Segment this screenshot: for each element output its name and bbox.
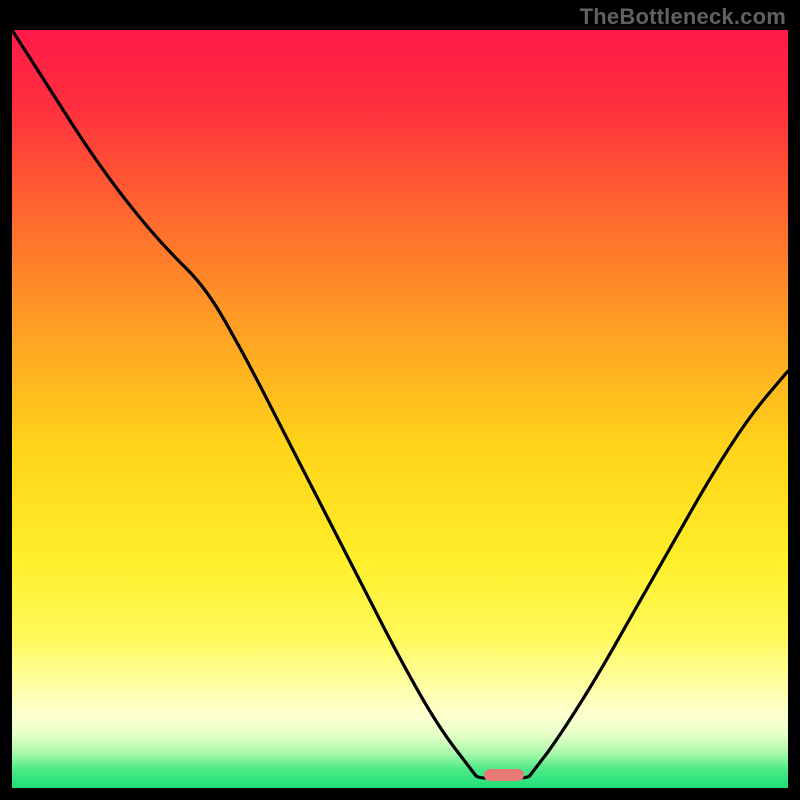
chart-frame: [12, 30, 788, 788]
optimal-zone-marker: [484, 769, 524, 781]
bottleneck-chart: [12, 30, 788, 788]
gradient-background: [12, 30, 788, 788]
attribution-text: TheBottleneck.com: [580, 4, 786, 30]
